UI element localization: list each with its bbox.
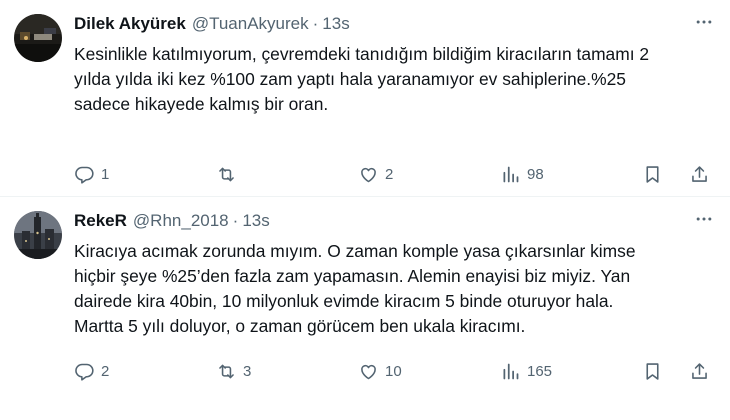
separator: · xyxy=(232,211,239,230)
views-count: 165 xyxy=(527,363,553,380)
more-button[interactable] xyxy=(692,207,716,231)
views-button[interactable]: 98 xyxy=(500,164,620,185)
city-tower-avatar-icon xyxy=(14,211,62,259)
share-icon xyxy=(692,166,707,182)
reply-count: 1 xyxy=(101,166,110,183)
views-button[interactable]: 165 xyxy=(500,361,620,382)
heart-icon xyxy=(361,167,376,183)
reply-button[interactable]: 2 xyxy=(74,361,194,382)
more-icon xyxy=(696,217,712,221)
bookmark-icon xyxy=(646,166,659,183)
timestamp[interactable]: 13s xyxy=(242,211,269,231)
retweet-icon xyxy=(219,364,234,379)
tweet[interactable]: RekeR @Rhn_2018 · 13s Kiracıya acımak zo… xyxy=(0,197,730,420)
views-icon xyxy=(503,363,519,380)
like-count: 10 xyxy=(385,363,402,380)
like-button[interactable]: 10 xyxy=(358,361,478,382)
share-button[interactable] xyxy=(689,164,710,185)
reply-count: 2 xyxy=(101,363,110,380)
tweet[interactable]: Dilek Akyürek @TuanAkyurek · 13s Kesinli… xyxy=(0,0,730,197)
avatar[interactable] xyxy=(14,14,62,62)
author-handle[interactable]: @TuanAkyurek xyxy=(192,14,309,34)
separator: · xyxy=(312,14,319,33)
bookmark-icon xyxy=(646,363,659,380)
tweet-text: Kesinlikle katılmıyorum, çevremdeki tanı… xyxy=(74,44,650,114)
more-button[interactable] xyxy=(692,10,716,34)
reply-icon xyxy=(75,166,94,184)
heart-icon xyxy=(361,364,376,380)
views-count: 98 xyxy=(527,166,544,183)
author-name[interactable]: RekeR xyxy=(74,211,127,231)
reply-button[interactable]: 1 xyxy=(74,164,194,185)
timestamp[interactable]: 13s xyxy=(322,14,349,34)
views-icon xyxy=(503,166,519,183)
avatar[interactable] xyxy=(14,211,62,259)
tweet-text: Kiracıya acımak zorunda mıyım. O zaman k… xyxy=(74,241,636,336)
author-handle[interactable]: @Rhn_2018 xyxy=(133,211,229,231)
more-icon xyxy=(696,20,712,24)
bookmark-button[interactable] xyxy=(642,361,663,382)
reply-icon xyxy=(75,363,94,381)
retweet-button[interactable]: 3 xyxy=(216,361,336,382)
retweet-icon xyxy=(219,167,234,182)
share-icon xyxy=(692,363,707,379)
like-button[interactable]: 2 xyxy=(358,164,478,185)
retweet-button[interactable] xyxy=(216,164,336,185)
retweet-count: 3 xyxy=(243,363,252,380)
like-count: 2 xyxy=(385,166,394,183)
author-name[interactable]: Dilek Akyürek xyxy=(74,14,186,34)
bookmark-button[interactable] xyxy=(642,164,663,185)
night-street-avatar-icon xyxy=(14,14,62,62)
share-button[interactable] xyxy=(689,361,710,382)
